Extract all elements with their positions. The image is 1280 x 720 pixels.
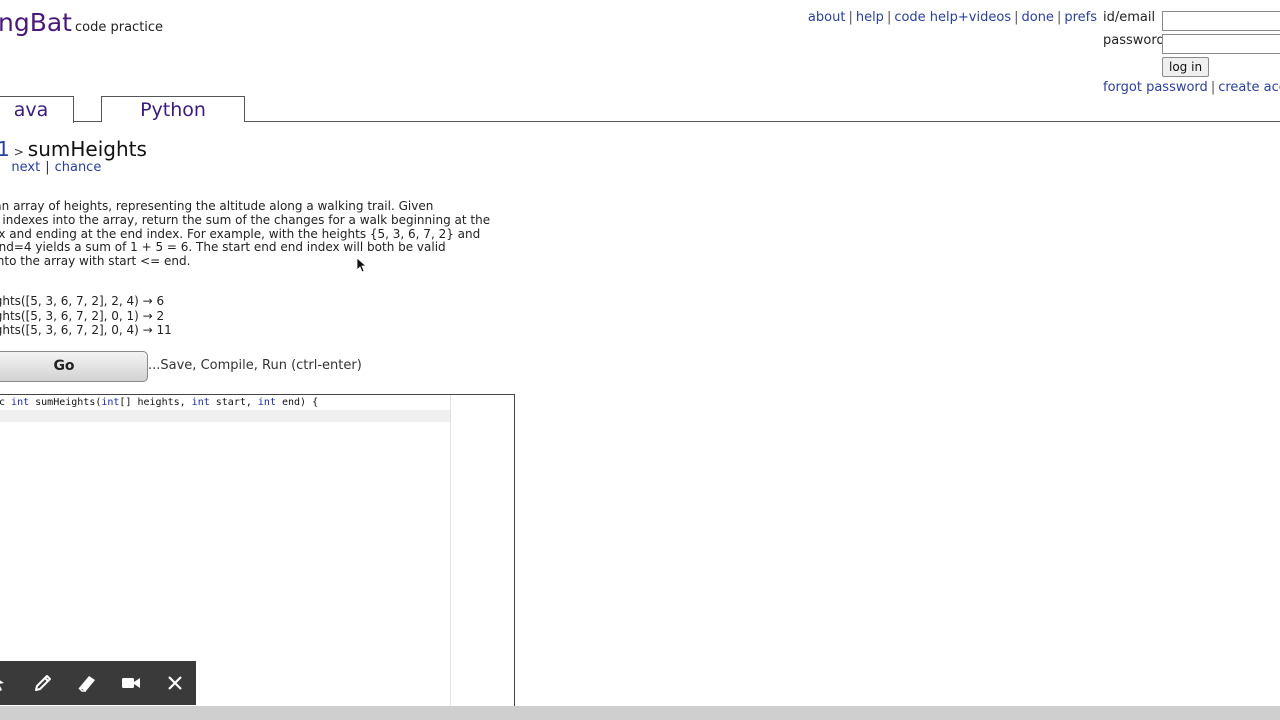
nav-separator: | [1056, 10, 1062, 25]
next-link[interactable]: next [11, 160, 40, 175]
bottom-scrollbar[interactable] [0, 706, 1280, 720]
example-line: eights([5, 3, 6, 7, 2], 0, 4) → 11 [0, 323, 172, 338]
problem-nav: | next | chance [0, 160, 101, 175]
logo[interactable]: ngBat code practice [0, 8, 163, 37]
code-line[interactable]: c int sumHeights(int[] heights, int star… [0, 397, 318, 408]
forgot-password-link[interactable]: forgot password [1103, 80, 1208, 95]
go-button[interactable]: Go [0, 351, 148, 382]
page: ngBat code practice about | help | code help+… [0, 0, 1280, 720]
id-email-label: id/email [1103, 10, 1156, 25]
example-line: eights([5, 3, 6, 7, 2], 0, 1) → 2 [0, 308, 165, 323]
login-form: id/email password log in forgot password… [1100, 6, 1280, 98]
nav-done-link[interactable]: done [1021, 10, 1053, 25]
code-token: sumHeights( [29, 397, 102, 408]
code-keyword: int [191, 397, 210, 408]
log-in-button[interactable]: log in [1162, 57, 1210, 77]
breadcrumb-separator: > [13, 145, 24, 159]
nav-separator: | [848, 10, 853, 25]
code-keyword: int [101, 397, 120, 408]
code-token: end) { [275, 397, 319, 408]
pencil-icon[interactable] [21, 661, 65, 705]
login-links: forgot password|create acco [1103, 80, 1280, 95]
video-camera-icon[interactable] [109, 661, 153, 705]
tab-java[interactable]: ava [0, 96, 74, 123]
description-line: es into the array with start <= end. [0, 254, 191, 269]
breadcrumb-parent-link[interactable]: 1 [0, 137, 10, 161]
examples: eights([5, 3, 6, 7, 2], 2, 4) → 6 eights… [0, 294, 172, 338]
id-email-input[interactable] [1162, 11, 1280, 31]
description-line: ve an array of heights, representing the… [0, 199, 434, 213]
password-input[interactable] [1162, 34, 1280, 54]
nav-separator: | [886, 10, 892, 25]
description-line: end indexes into the array, return the s… [0, 212, 491, 227]
subnav-separator: | [0, 160, 1, 175]
chance-link[interactable]: chance [55, 160, 102, 175]
top-nav: about | help | code help+videos | done | prefs [808, 10, 1097, 25]
problem-title: sumHeights [27, 137, 147, 161]
close-icon[interactable] [153, 661, 197, 705]
go-button-label: Go [53, 358, 75, 374]
nav-prefs-link[interactable]: prefs [1064, 10, 1097, 25]
annotation-toolbar [0, 661, 196, 705]
description-line: ndex and ending at the end index. For ex… [0, 226, 481, 241]
login-links-separator: | [1210, 80, 1216, 95]
code-token: [] heights, [119, 397, 192, 408]
description-line: 2, end=4 yields a sum of 1 + 5 = 6. The … [0, 240, 446, 255]
breadcrumb: 1 > sumHeights [0, 137, 147, 161]
eraser-icon[interactable] [65, 661, 109, 705]
code-keyword: int [257, 397, 276, 408]
subnav-separator: | [45, 160, 50, 175]
create-account-link[interactable]: create acco [1218, 80, 1280, 95]
mouse-cursor-icon [356, 257, 366, 273]
nav-about-link[interactable]: about [808, 10, 846, 25]
tab-python[interactable]: Python [101, 96, 245, 122]
nav-separator: | [1014, 10, 1019, 25]
logo-text[interactable]: ngBat [0, 8, 72, 37]
nav-help-link[interactable]: help [856, 10, 884, 25]
code-keyword: int [11, 397, 30, 408]
password-label: password [1103, 33, 1165, 48]
example-line: eights([5, 3, 6, 7, 2], 2, 4) → 6 [0, 294, 165, 308]
arrow-icon[interactable] [0, 661, 22, 705]
logo-subtitle: code practice [75, 20, 164, 35]
nav-code-help-videos-link[interactable]: code help+videos [894, 10, 1011, 25]
editor-print-margin [450, 395, 451, 707]
problem-description: ve an array of heights, representing the… [0, 199, 510, 269]
active-line-highlight [0, 410, 450, 422]
code-token: c [0, 397, 12, 408]
go-hint: ...Save, Compile, Run (ctrl-enter) [148, 358, 362, 373]
code-token: start, [209, 397, 258, 408]
